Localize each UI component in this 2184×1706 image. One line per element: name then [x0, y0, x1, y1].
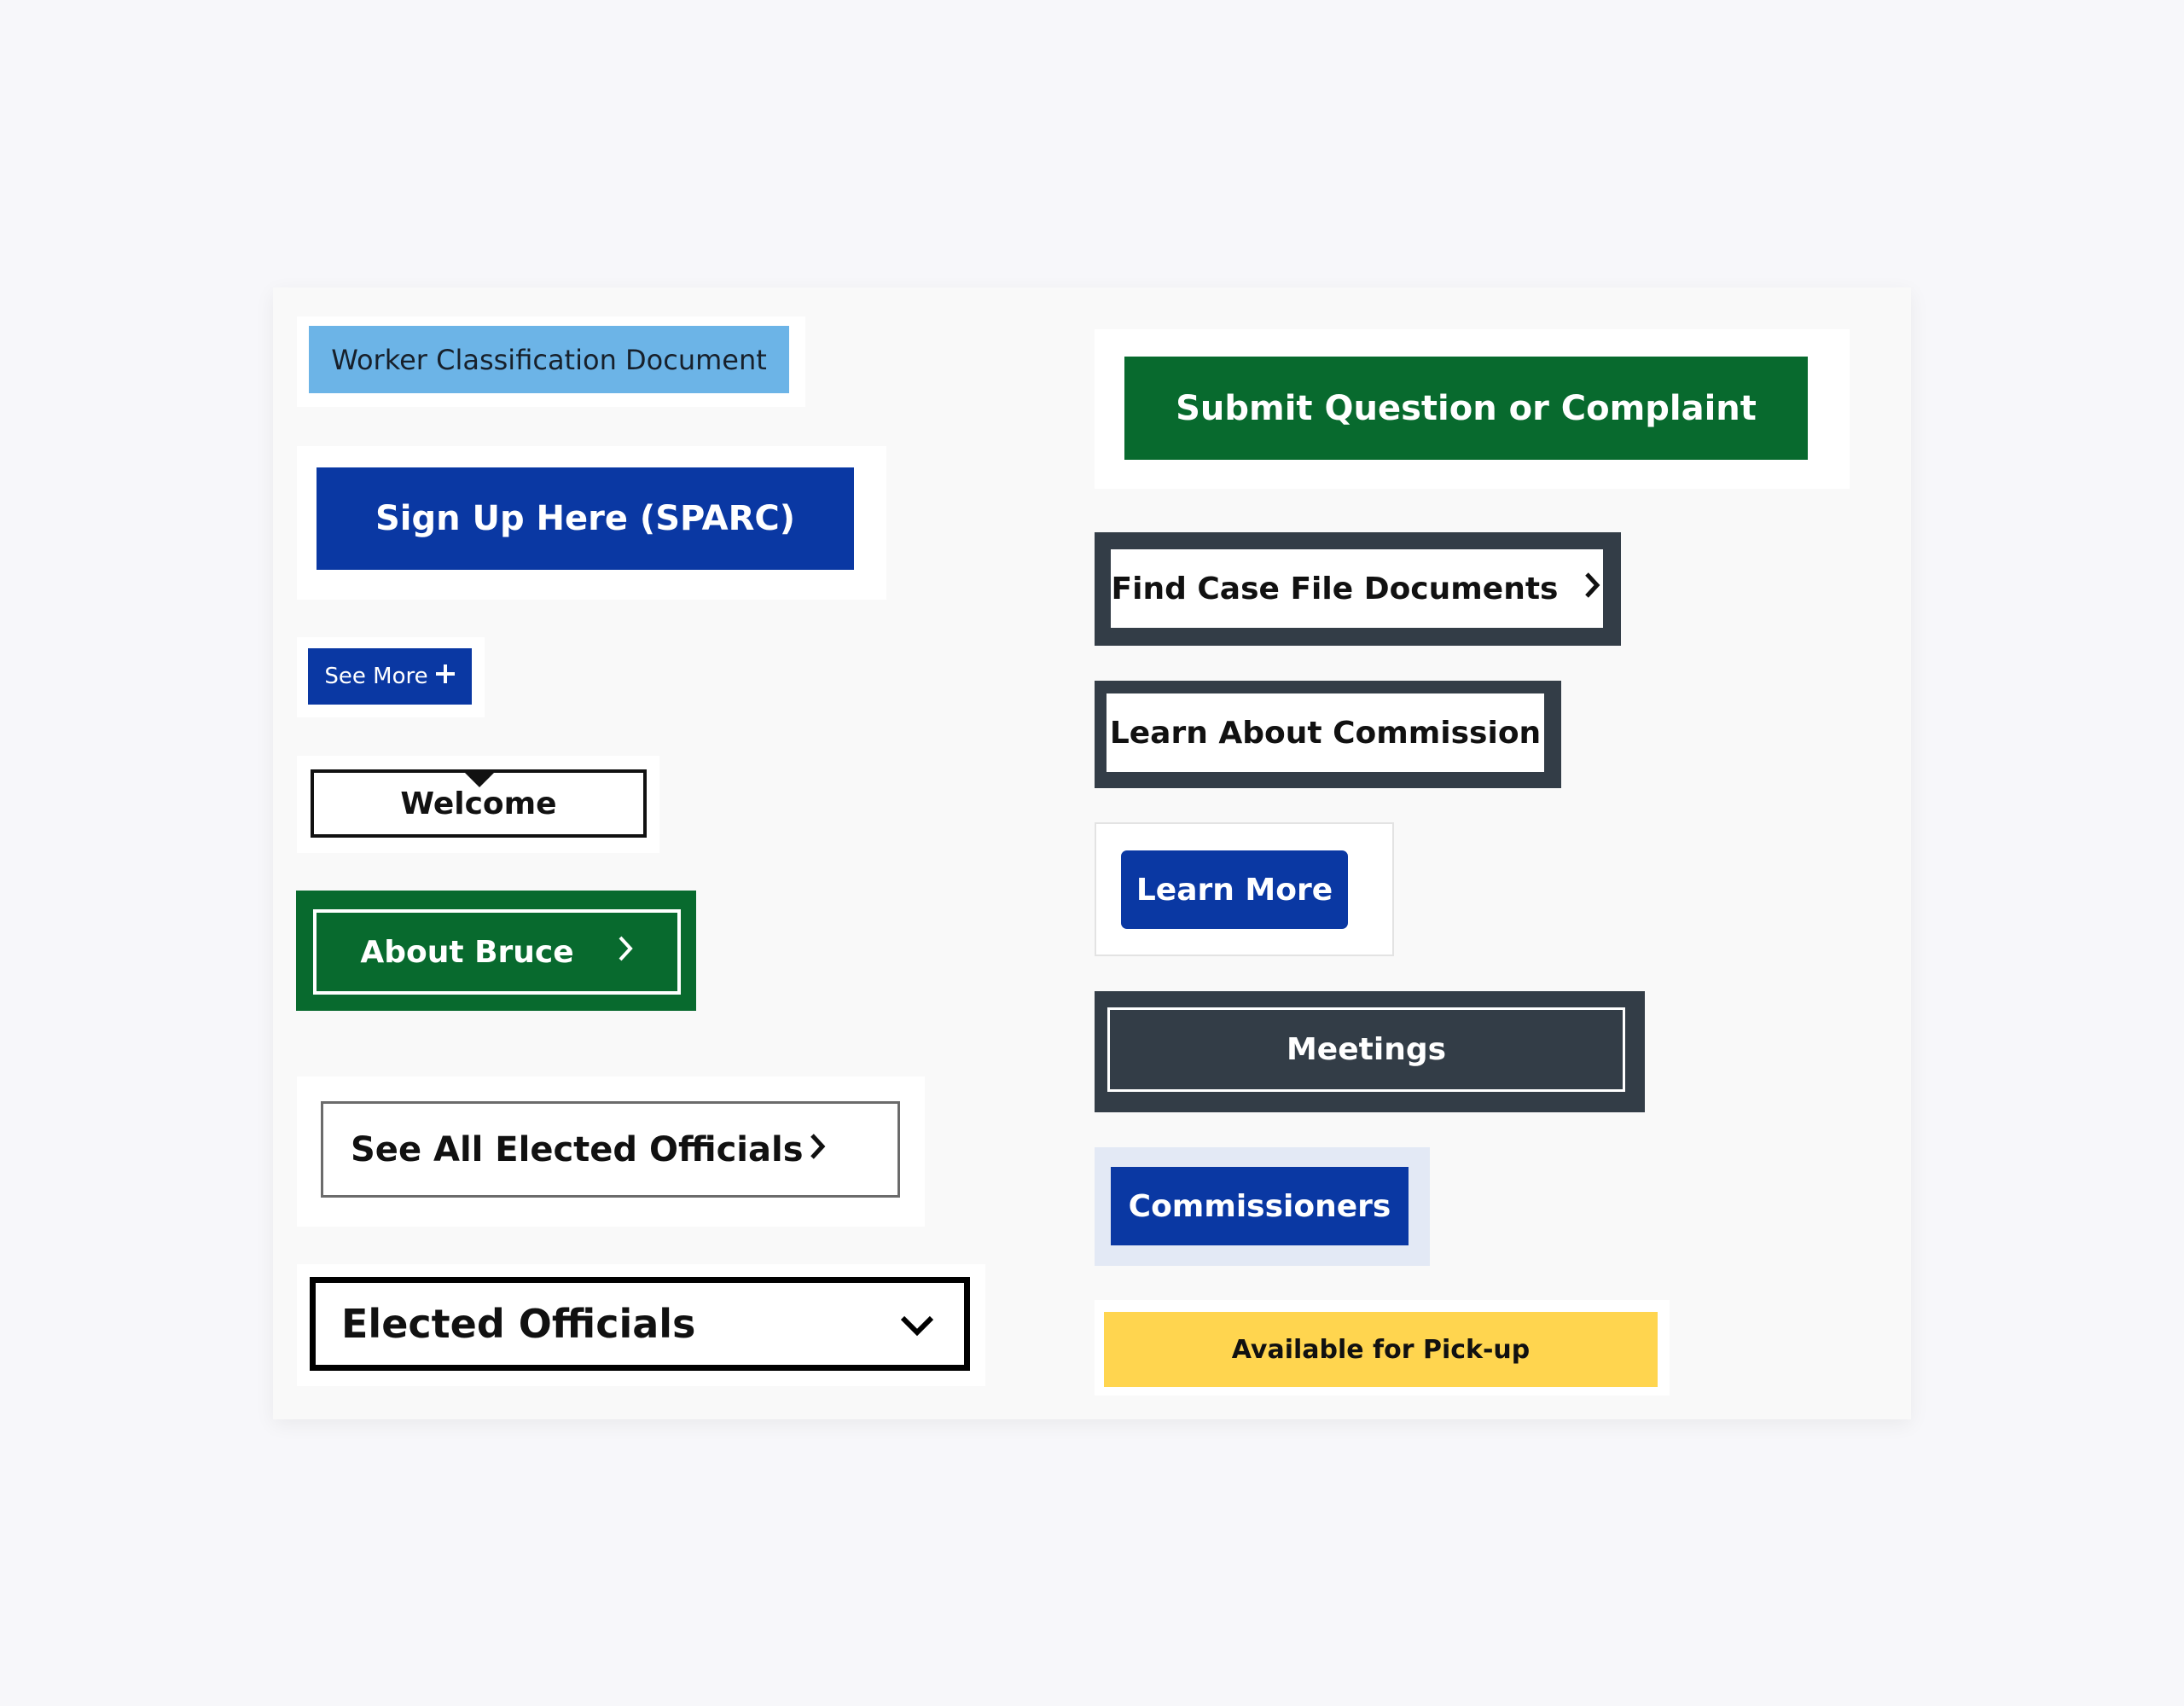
commissioners-label: Commissioners [1128, 1188, 1391, 1224]
commissioners-button[interactable]: Commissioners [1111, 1167, 1409, 1245]
welcome-label: Welcome [400, 786, 557, 821]
find-case-file-label: Find Case File Documents [1111, 571, 1559, 606]
about-bruce-button[interactable]: About Bruce [313, 909, 681, 995]
chevron-right-icon [617, 935, 634, 970]
chevron-right-icon [1583, 572, 1602, 606]
elected-officials-dropdown[interactable]: Elected Officials [310, 1277, 970, 1371]
find-case-file-button[interactable]: Find Case File Documents [1111, 549, 1603, 628]
learn-more-label: Learn More [1136, 872, 1333, 908]
see-more-label: See More [324, 664, 428, 689]
learn-more-button[interactable]: Learn More [1121, 850, 1348, 929]
elected-officials-label: Elected Officials [341, 1301, 696, 1347]
chevron-down-icon [899, 1301, 935, 1347]
chevron-right-icon [809, 1130, 828, 1169]
meetings-button[interactable]: Meetings [1107, 1007, 1625, 1092]
submit-question-label: Submit Question or Complaint [1176, 388, 1757, 428]
see-all-elected-officials-button[interactable]: See All Elected Officials [321, 1101, 900, 1198]
learn-about-commission-label: Learn About Commission [1109, 715, 1542, 751]
about-bruce-label: About Bruce [360, 934, 574, 970]
submit-question-button[interactable]: Submit Question or Complaint [1124, 357, 1808, 460]
available-pickup-label: Available for Pick-up [1231, 1334, 1531, 1365]
worker-classification-button[interactable]: Worker Classification Document [309, 326, 789, 393]
caret-down-indicator [464, 772, 495, 787]
learn-about-commission-button[interactable]: Learn About Commission [1107, 693, 1544, 772]
available-pickup-button[interactable]: Available for Pick-up [1104, 1312, 1658, 1387]
sign-up-sparc-label: Sign Up Here (SPARC) [375, 499, 796, 538]
see-all-elected-officials-label: See All Elected Officials [351, 1129, 804, 1169]
meetings-label: Meetings [1286, 1032, 1447, 1067]
see-more-button[interactable]: See More [308, 648, 472, 705]
worker-classification-label: Worker Classification Document [331, 343, 767, 376]
plus-icon [435, 664, 456, 690]
sign-up-sparc-button[interactable]: Sign Up Here (SPARC) [317, 467, 854, 570]
